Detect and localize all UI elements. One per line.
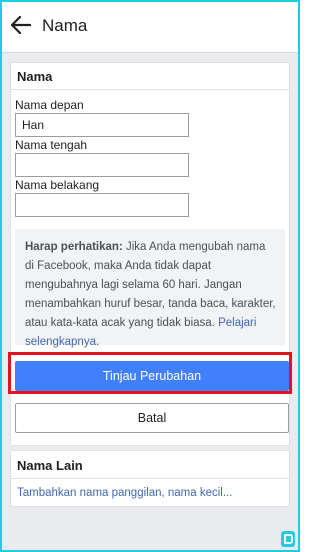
name-change-notice: Harap perhatikan: Jika Anda mengubah nam… — [15, 229, 285, 348]
divider — [11, 478, 289, 479]
name-card: Nama Nama depan Nama tengah Nama belakan… — [8, 62, 292, 446]
last-name-label: Nama belakang — [15, 178, 100, 192]
screen-frame: Nama Nama Nama depan Nama tengah Nama be… — [0, 0, 300, 552]
add-nickname-link[interactable]: Tambahkan nama panggilan, nama kecil... — [17, 487, 232, 499]
watermark-logo-icon — [281, 531, 295, 547]
arrow-left-icon — [11, 16, 31, 34]
middle-name-label: Nama tengah — [15, 138, 88, 152]
first-name-label: Nama depan — [15, 98, 84, 112]
page-title: Nama — [42, 16, 88, 35]
back-button[interactable] — [8, 12, 34, 38]
other-names-title: Nama Lain — [17, 458, 83, 473]
top-app-bar: Nama — [2, 2, 298, 53]
middle-name-input[interactable] — [15, 153, 189, 177]
notice-text: Jika Anda mengubah nama di Facebook, mak… — [25, 241, 276, 329]
last-name-input[interactable] — [15, 193, 189, 217]
review-changes-button[interactable]: Tinjau Perubahan — [15, 361, 289, 391]
name-card-header: Nama — [11, 63, 289, 90]
cancel-button[interactable]: Batal — [15, 403, 289, 433]
first-name-input[interactable] — [15, 113, 189, 137]
name-card-title: Nama — [17, 69, 53, 84]
other-names-card: Nama Lain Tambahkan nama panggilan, nama… — [10, 450, 290, 507]
notice-trailing: . — [95, 336, 100, 348]
notice-bold-label: Harap perhatikan: — [25, 241, 123, 253]
